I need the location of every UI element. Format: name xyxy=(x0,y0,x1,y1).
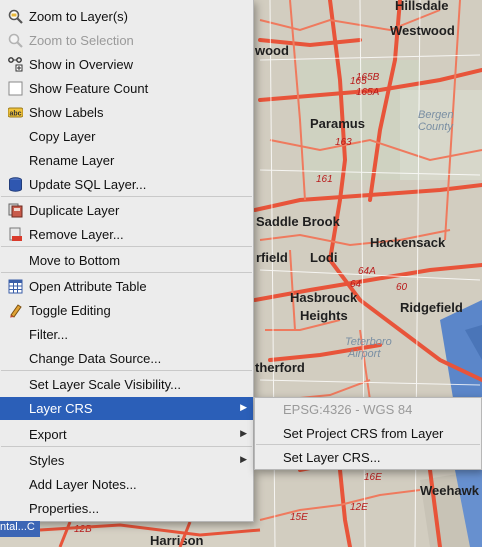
map-label-heights: Heights xyxy=(300,308,348,323)
checkbox-icon[interactable] xyxy=(8,81,23,96)
route-label: 60 xyxy=(396,282,408,293)
map-label-wood: wood xyxy=(254,43,289,58)
menu-separator xyxy=(256,444,480,445)
route-label: 64A xyxy=(358,266,376,277)
map-label-hackensack: Hackensack xyxy=(370,235,446,250)
menu-item-label: Styles xyxy=(29,453,65,468)
menu-separator xyxy=(1,370,252,371)
route-label: 16E xyxy=(364,472,382,483)
menu-separator xyxy=(1,246,252,247)
submenu-item-set-project-crs-from-layer[interactable]: Set Project CRS from Layer xyxy=(255,422,481,445)
menu-item-filter[interactable]: Filter... xyxy=(0,323,253,346)
menu-item-label: Zoom to Selection xyxy=(29,33,134,48)
submenu-item-label: Set Layer CRS... xyxy=(283,450,381,465)
menu-item-properties[interactable]: Properties... xyxy=(0,497,253,520)
menu-item-styles[interactable]: Styles ▶ xyxy=(0,449,253,472)
map-label-hillsdale: Hillsdale xyxy=(395,0,448,13)
map-label-rutherford: therford xyxy=(255,360,305,375)
status-fragment: ntal...C xyxy=(0,521,40,537)
menu-item-update-sql-layer[interactable]: Update SQL Layer... xyxy=(0,173,253,196)
map-label-lodi: Lodi xyxy=(310,250,337,265)
menu-item-open-attribute-table[interactable]: Open Attribute Table xyxy=(0,275,253,298)
map-label-rfield: rfield xyxy=(256,250,288,265)
zoom-layer-icon xyxy=(8,9,23,24)
menu-separator xyxy=(1,272,252,273)
submenu-arrow-icon: ▶ xyxy=(240,454,247,464)
layer-crs-submenu: EPSG:4326 - WGS 84 Set Project CRS from … xyxy=(254,397,482,470)
submenu-item-label: Set Project CRS from Layer xyxy=(283,426,444,441)
submenu-item-label: EPSG:4326 - WGS 84 xyxy=(283,402,413,417)
zoom-selection-icon xyxy=(8,33,23,48)
menu-item-add-layer-notes[interactable]: Add Layer Notes... xyxy=(0,473,253,496)
menu-item-move-to-bottom[interactable]: Move to Bottom xyxy=(0,249,253,272)
menu-item-label: Copy Layer xyxy=(29,129,96,144)
menu-item-export[interactable]: Export ▶ xyxy=(0,423,253,446)
menu-item-remove-layer[interactable]: Remove Layer... xyxy=(0,223,253,246)
submenu-arrow-icon: ▶ xyxy=(240,402,247,412)
menu-separator xyxy=(1,446,252,447)
menu-item-label: Add Layer Notes... xyxy=(29,477,137,492)
overview-icon xyxy=(8,57,23,72)
map-label-teterboro: Teterboro xyxy=(345,336,392,348)
menu-item-label: Remove Layer... xyxy=(29,227,124,242)
menu-item-label: Toggle Editing xyxy=(29,303,111,318)
route-label: 15E xyxy=(290,512,308,523)
map-label-weehawken: Weehawk xyxy=(420,483,480,498)
map-label-bergen: Bergen xyxy=(418,109,453,121)
menu-item-label: Show Feature Count xyxy=(29,81,149,96)
route-label: 165B xyxy=(356,72,380,83)
menu-item-zoom-to-selection[interactable]: Zoom to Selection xyxy=(0,29,253,52)
menu-item-label: Filter... xyxy=(29,327,69,342)
duplicate-icon xyxy=(8,203,23,218)
menu-item-label: Set Layer Scale Visibility... xyxy=(29,377,181,392)
map-label-county: County xyxy=(418,121,454,133)
table-icon xyxy=(8,279,23,294)
submenu-item-set-layer-crs[interactable]: Set Layer CRS... xyxy=(255,446,481,469)
menu-item-label: Rename Layer xyxy=(29,153,115,168)
menu-item-toggle-editing[interactable]: Toggle Editing xyxy=(0,299,253,322)
menu-item-layer-crs[interactable]: Layer CRS ▶ xyxy=(0,397,253,420)
menu-item-duplicate-layer[interactable]: Duplicate Layer xyxy=(0,199,253,222)
remove-icon xyxy=(8,227,23,242)
menu-item-show-in-overview[interactable]: Show in Overview xyxy=(0,53,253,76)
map-label-ridgefield: Ridgefield xyxy=(400,300,463,315)
map-label-hasbrouck: Hasbrouck xyxy=(290,290,358,305)
menu-item-change-data-source[interactable]: Change Data Source... xyxy=(0,347,253,370)
menu-separator xyxy=(1,196,252,197)
menu-item-label: Open Attribute Table xyxy=(29,279,147,294)
map-label-paramus: Paramus xyxy=(310,116,365,131)
database-icon xyxy=(8,177,23,192)
menu-item-label: Layer CRS xyxy=(29,401,93,416)
menu-item-label: Update SQL Layer... xyxy=(29,177,147,192)
menu-item-label: Export xyxy=(29,427,67,442)
svg-text:abc: abc xyxy=(10,111,22,118)
labels-icon: abc xyxy=(7,105,24,120)
menu-item-show-labels[interactable]: abc Show Labels xyxy=(0,101,253,124)
layer-context-menu: Zoom to Layer(s) Zoom to Selection Show … xyxy=(0,0,254,522)
map-label-saddle-brook: Saddle Brook xyxy=(256,214,341,229)
menu-item-label: Properties... xyxy=(29,501,100,516)
route-label: 161 xyxy=(316,174,333,185)
menu-item-show-feature-count[interactable]: Show Feature Count xyxy=(0,77,253,100)
menu-item-label: Zoom to Layer(s) xyxy=(29,9,128,24)
menu-item-label: Show Labels xyxy=(29,105,104,120)
menu-item-label: Show in Overview xyxy=(29,57,134,72)
pencil-icon xyxy=(8,303,23,318)
menu-item-copy-layer[interactable]: Copy Layer xyxy=(0,125,253,148)
menu-item-set-layer-scale-visibility[interactable]: Set Layer Scale Visibility... xyxy=(0,373,253,396)
menu-item-label: Change Data Source... xyxy=(29,351,162,366)
menu-item-zoom-to-layer[interactable]: Zoom to Layer(s) xyxy=(0,5,253,28)
menu-item-rename-layer[interactable]: Rename Layer xyxy=(0,149,253,172)
map-label-airport: Airport xyxy=(347,348,381,360)
submenu-arrow-icon: ▶ xyxy=(240,428,247,438)
route-label: 165A xyxy=(356,87,380,98)
submenu-item-current-crs: EPSG:4326 - WGS 84 xyxy=(255,398,481,421)
route-label: 64 xyxy=(350,279,362,290)
route-label: 12E xyxy=(350,502,368,513)
route-label: 163 xyxy=(335,137,352,148)
menu-item-label: Duplicate Layer xyxy=(29,203,120,218)
map-label-westwood: Westwood xyxy=(390,23,455,38)
menu-item-label: Move to Bottom xyxy=(29,253,121,268)
